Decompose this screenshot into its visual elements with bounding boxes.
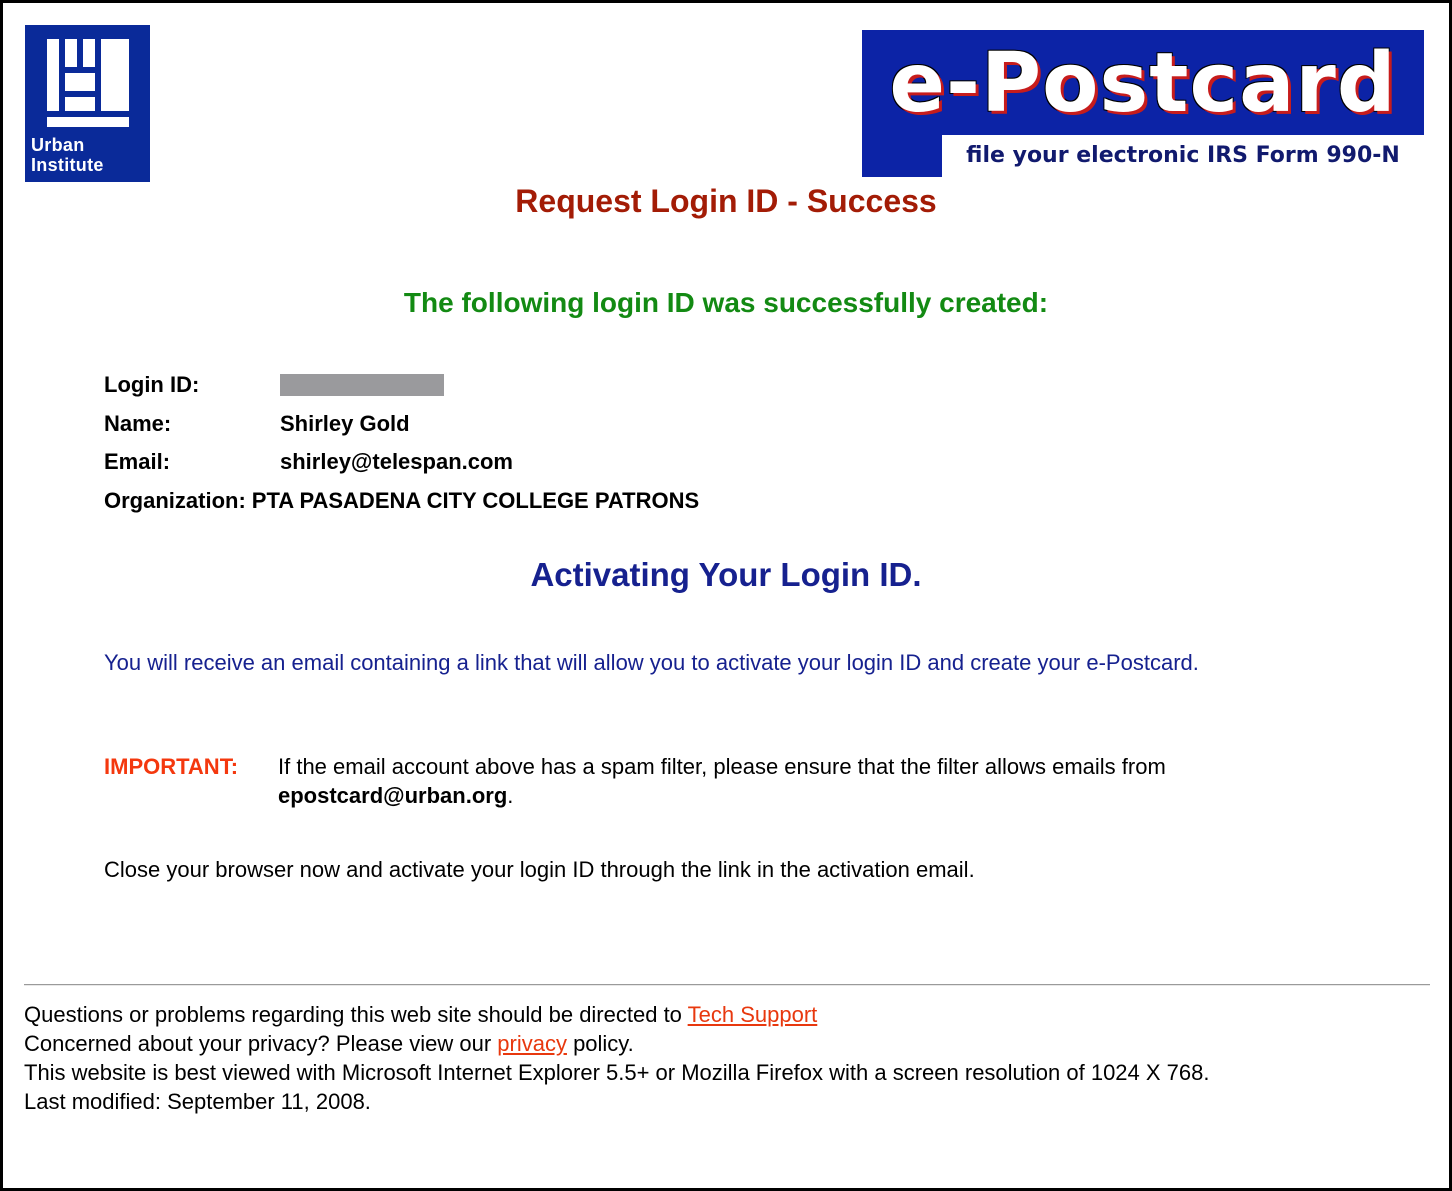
- important-label: IMPORTANT:: [104, 754, 239, 779]
- activation-text: You will receive an email containing a l…: [104, 650, 1199, 675]
- important-text-end: .: [507, 783, 514, 808]
- name-row: Name: Shirley Gold: [104, 405, 699, 444]
- logo-text-institute: Institute: [31, 155, 104, 175]
- activation-heading: Activating Your Login ID.: [530, 556, 922, 593]
- email-label: Email:: [104, 449, 171, 475]
- urban-institute-logo[interactable]: Urban Institute: [25, 25, 150, 182]
- tech-support-link[interactable]: Tech Support: [688, 1002, 818, 1027]
- footer-privacy-text: Concerned about your privacy? Please vie…: [24, 1031, 498, 1056]
- privacy-link[interactable]: privacy: [497, 1031, 567, 1056]
- email-row: Email: shirley@telespan.com: [104, 443, 699, 482]
- login-details: Login ID: Name: Shirley Gold Email: shir…: [104, 366, 699, 520]
- epostcard-banner[interactable]: e-Postcard file your electronic IRS Form…: [862, 30, 1424, 177]
- page-title: Request Login ID - Success: [515, 183, 937, 219]
- banner-subtitle-bar: file your electronic IRS Form 990-N: [942, 135, 1424, 177]
- login-id-row: Login ID:: [104, 366, 699, 405]
- login-id-redacted: [280, 374, 444, 397]
- organization-row: Organization: PTA PASADENA CITY COLLEGE …: [104, 482, 699, 521]
- success-heading: The following login ID was successfully …: [403, 287, 1049, 318]
- login-id-label: Login ID:: [104, 372, 200, 398]
- important-email: epostcard@urban.org: [278, 783, 508, 808]
- footer-divider: [24, 984, 1430, 986]
- close-browser-text: Close your browser now and activate your…: [104, 857, 975, 882]
- footer: Questions or problems regarding this web…: [24, 1000, 1424, 1116]
- email-value: shirley@telespan.com: [280, 449, 513, 475]
- footer-line-privacy: Concerned about your privacy? Please vie…: [24, 1029, 1424, 1058]
- organization-label: Organization:: [104, 487, 246, 513]
- banner-subtitle: file your electronic IRS Form 990-N: [966, 143, 1400, 168]
- banner-title: e-Postcard: [889, 36, 1397, 131]
- footer-last-modified: Last modified: September 11, 2008.: [24, 1089, 371, 1114]
- name-label: Name:: [104, 410, 172, 436]
- footer-support-text: Questions or problems regarding this web…: [24, 1002, 688, 1027]
- footer-privacy-text-end: policy.: [566, 1031, 634, 1056]
- footer-line-support: Questions or problems regarding this web…: [24, 1000, 1424, 1029]
- name-value: Shirley Gold: [280, 410, 410, 436]
- logo-text-urban: Urban: [31, 135, 85, 155]
- footer-browser-note: This website is best viewed with Microso…: [24, 1060, 1210, 1085]
- important-body: If the email account above has a spam fi…: [278, 752, 1378, 810]
- important-text: If the email account above has a spam fi…: [278, 754, 1166, 779]
- organization-value: PTA PASADENA CITY COLLEGE PATRONS: [251, 487, 700, 513]
